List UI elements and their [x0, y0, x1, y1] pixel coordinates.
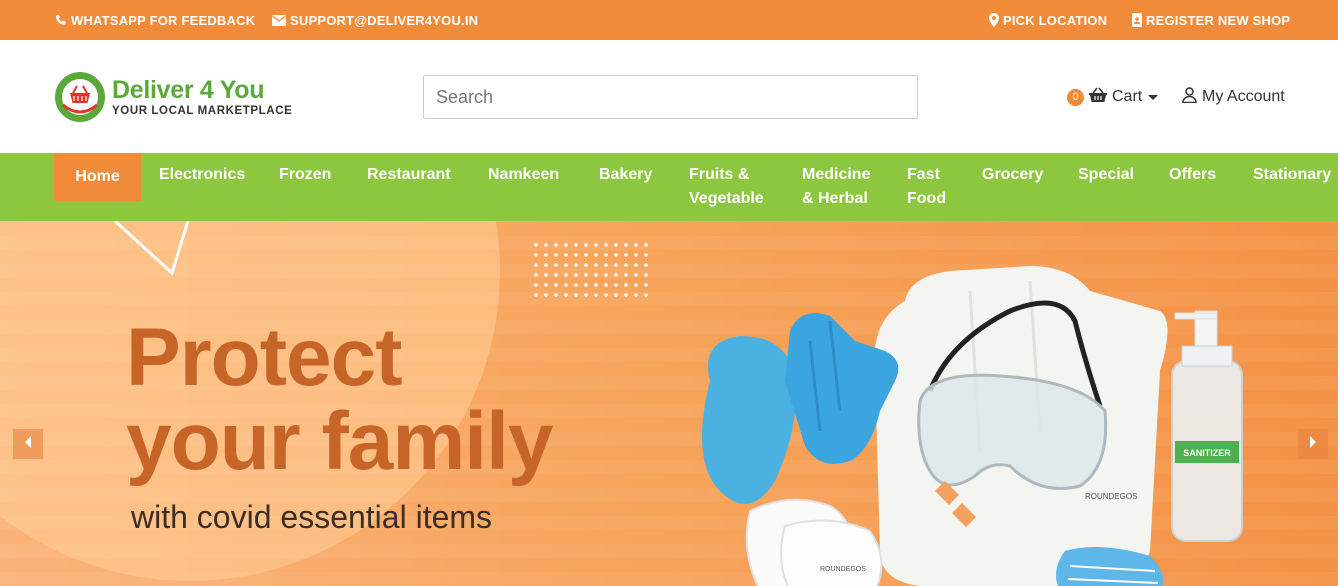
triangle-decoration: [113, 221, 190, 276]
carousel-prev-button[interactable]: [13, 429, 43, 459]
envelope-icon: [272, 14, 286, 26]
logo-title: Deliver 4 You: [112, 76, 265, 104]
svg-text:ROUNDEGOS: ROUNDEGOS: [820, 566, 866, 573]
nav-fruits-vegetable[interactable]: Fruits & Vegetable: [689, 163, 764, 211]
id-badge-icon: [1132, 13, 1142, 27]
phone-icon: [54, 14, 67, 27]
hero-subheadline: with covid essential items: [131, 499, 493, 535]
cart-dropdown[interactable]: 0 Cart: [1067, 86, 1159, 108]
category-nav: Home Electronics Frozen Restaurant Namke…: [0, 153, 1338, 221]
nav-offers[interactable]: Offers: [1169, 163, 1216, 187]
nav-home[interactable]: Home: [54, 153, 141, 201]
nav-namkeen[interactable]: Namkeen: [488, 163, 559, 187]
pick-location-link[interactable]: PICK LOCATION: [989, 0, 1107, 40]
chevron-right-icon: [1309, 435, 1317, 453]
hero-banner[interactable]: Protect your family with covid essential…: [0, 221, 1338, 586]
nav-grocery[interactable]: Grocery: [982, 163, 1043, 187]
svg-text:ROUNDEGOS: ROUNDEGOS: [1085, 492, 1137, 501]
whatsapp-feedback-label: WHATSAPP FOR FEEDBACK: [71, 12, 256, 28]
whatsapp-feedback-link[interactable]: WHATSAPP FOR FEEDBACK: [54, 0, 255, 40]
chevron-left-icon: [24, 435, 32, 453]
dots-decoration: [532, 241, 648, 301]
register-shop-label: REGISTER NEW SHOP: [1146, 12, 1291, 28]
support-email-label: SUPPORT@DELIVER4YOU.IN: [290, 12, 479, 28]
basket-icon: [1089, 87, 1107, 108]
top-bar: WHATSAPP FOR FEEDBACK SUPPORT@DELIVER4YO…: [0, 0, 1338, 40]
support-email-link[interactable]: SUPPORT@DELIVER4YOU.IN: [272, 0, 478, 40]
my-account-link[interactable]: My Account: [1182, 86, 1285, 108]
chevron-down-icon: [1148, 94, 1159, 100]
nav-frozen[interactable]: Frozen: [279, 163, 331, 187]
logo-basket-icon: [55, 72, 105, 122]
pick-location-label: PICK LOCATION: [1003, 12, 1108, 28]
carousel-next-button[interactable]: [1298, 429, 1328, 459]
cart-label: Cart: [1112, 88, 1143, 105]
user-icon: [1182, 86, 1197, 108]
nav-electronics[interactable]: Electronics: [159, 163, 245, 187]
nav-special[interactable]: Special: [1078, 163, 1134, 187]
hero-headline-line1: Protect: [126, 312, 403, 403]
nav-medicine-herbal[interactable]: Medicine & Herbal: [802, 163, 870, 211]
sanitizer-label: SANITIZER: [1183, 448, 1231, 458]
covid-essentials-illustration: ROUNDEGOS ROUNDEGOS SANITIZER: [702, 266, 1243, 586]
site-logo[interactable]: Deliver 4 You YOUR LOCAL MARKETPLACE: [54, 70, 314, 124]
nav-bakery[interactable]: Bakery: [599, 163, 652, 187]
my-account-label: My Account: [1202, 88, 1285, 105]
map-marker-icon: [989, 13, 999, 27]
search-input[interactable]: [423, 75, 918, 119]
nav-restaurant[interactable]: Restaurant: [367, 163, 451, 187]
site-header: Deliver 4 You YOUR LOCAL MARKETPLACE 0 C…: [0, 40, 1338, 153]
cart-count-badge: 0: [1067, 88, 1084, 106]
logo-subtitle: YOUR LOCAL MARKETPLACE: [112, 105, 293, 117]
hero-headline-line2: your family: [126, 396, 553, 487]
nav-stationary[interactable]: Stationary: [1253, 163, 1331, 187]
nav-fast-food[interactable]: Fast Food: [907, 163, 946, 211]
register-shop-link[interactable]: REGISTER NEW SHOP: [1132, 0, 1290, 40]
